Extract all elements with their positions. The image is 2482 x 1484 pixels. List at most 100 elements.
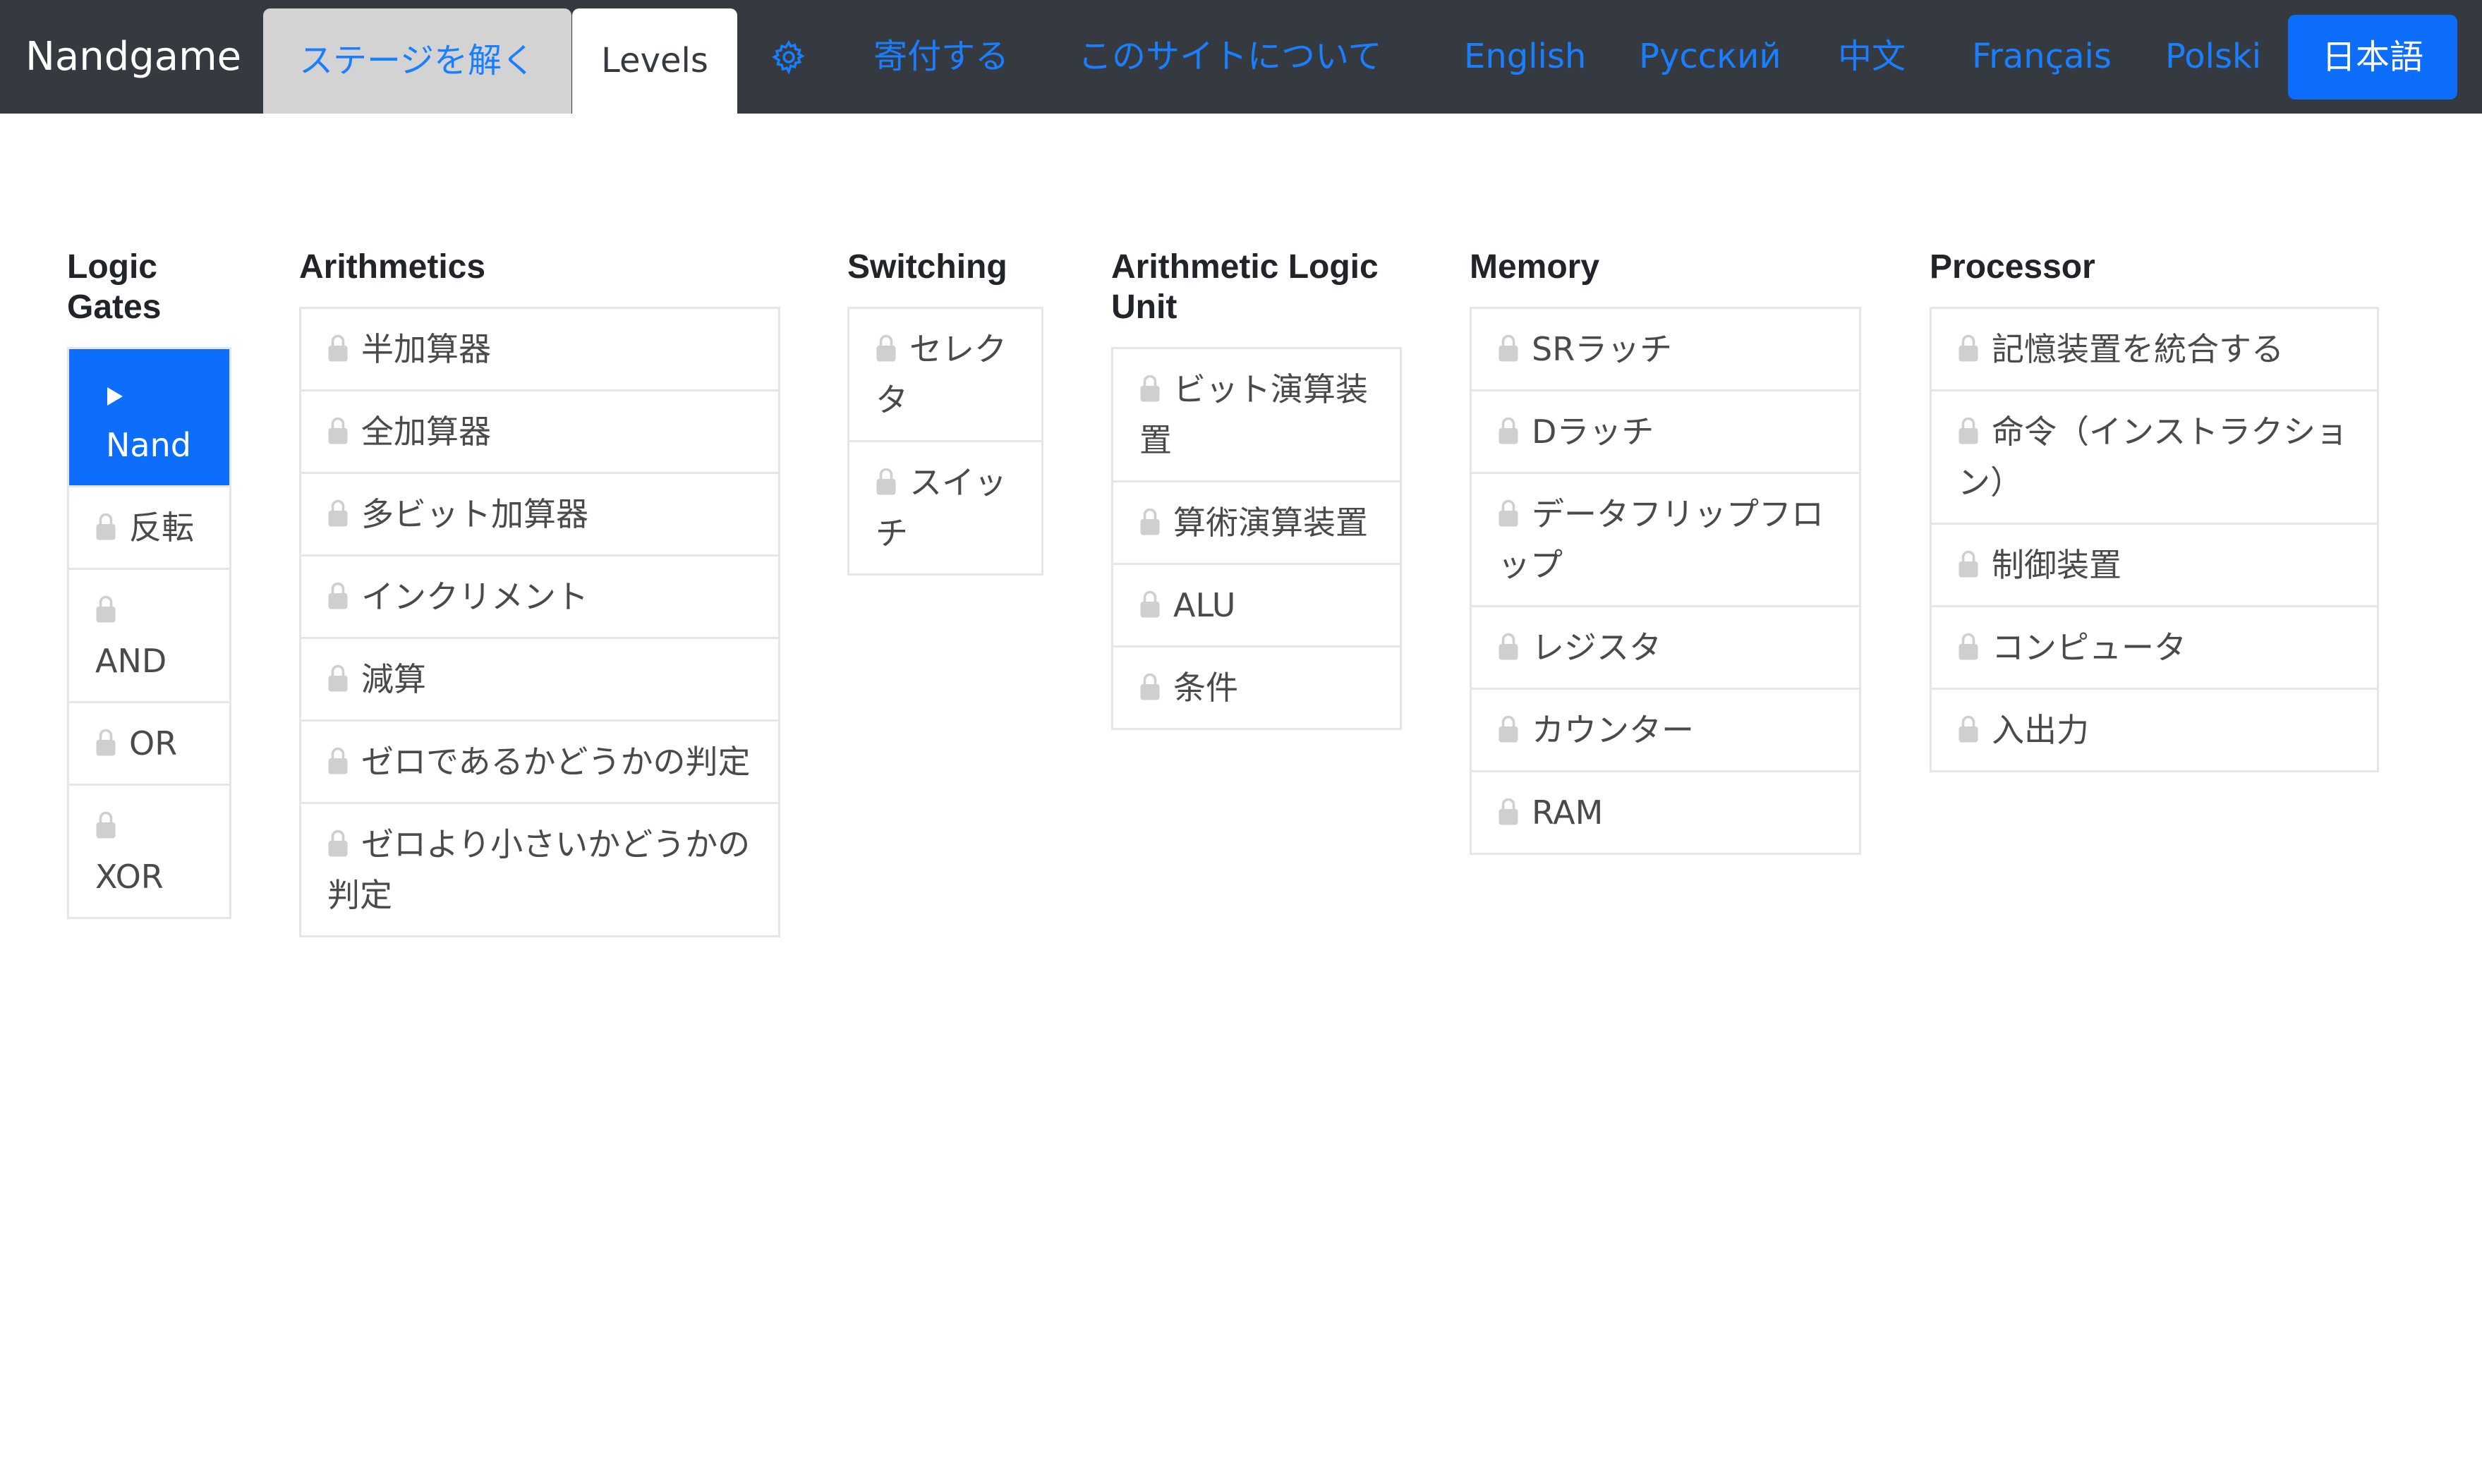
level-label: 多ビット加算器 (361, 495, 588, 533)
column-logic-gates: Logic Gates Nand 反転 AND OR XOR (67, 247, 231, 919)
level-label: 記憶装置を統合する (1992, 330, 2284, 368)
level-item[interactable]: ALU (1113, 563, 1400, 645)
lang-polish[interactable]: Polski (2165, 0, 2261, 114)
level-list: Nand 反転 AND OR XOR (67, 347, 231, 919)
level-item[interactable]: 命令（インストラクション） (1932, 389, 2377, 523)
level-item[interactable]: 記憶装置を統合する (1932, 309, 2377, 389)
lock-icon (328, 499, 348, 527)
level-item[interactable]: ビット演算装置 (1113, 349, 1400, 480)
lock-icon (96, 513, 116, 540)
column-processor: Processor 記憶装置を統合する 命令（インストラクション） 制御装置 コ… (1930, 247, 2379, 772)
lock-icon (876, 334, 896, 362)
level-list: ビット演算装置 算術演算装置 ALU 条件 (1111, 347, 1402, 730)
donate-link[interactable]: 寄付する (873, 0, 1009, 114)
brand-logo[interactable]: Nandgame (25, 0, 241, 114)
level-label: 条件 (1173, 669, 1238, 707)
level-label: 入出力 (1992, 711, 2089, 749)
top-navbar: Nandgame ステージを解く Levels 寄付する このサイトについて E… (0, 0, 2482, 114)
level-label: 命令（インストラクション） (1958, 413, 2349, 501)
level-item[interactable]: SRラッチ (1472, 309, 1859, 389)
level-list: セレクタ スイッチ (847, 307, 1043, 576)
level-list: 記憶装置を統合する 命令（インストラクション） 制御装置 コンピュータ 入出力 (1930, 307, 2379, 772)
lang-chinese[interactable]: 中文 (1838, 0, 1906, 114)
column-switching: Switching セレクタ スイッチ (847, 247, 1043, 576)
level-label: ゼロであるかどうかの判定 (361, 743, 751, 781)
level-item[interactable]: コンピュータ (1932, 605, 2377, 688)
column-arithmetics: Arithmetics 半加算器 全加算器 多ビット加算器 インクリメント 減算… (299, 247, 780, 937)
lock-icon (1499, 417, 1518, 444)
level-item-current[interactable]: Nand (69, 349, 229, 485)
lock-icon (1959, 550, 1978, 578)
lock-icon (328, 747, 348, 774)
level-label: OR (129, 724, 178, 762)
level-item[interactable]: 制御装置 (1932, 523, 2377, 605)
level-label: コンピュータ (1992, 628, 2186, 667)
column-memory: Memory SRラッチ Dラッチ データフリップフロップ レジスタ カウンター… (1470, 247, 1861, 855)
level-label: SRラッチ (1532, 330, 1673, 368)
level-label: ALU (1173, 586, 1236, 624)
level-label: 減算 (361, 660, 426, 698)
lock-icon (328, 829, 348, 857)
lock-icon (328, 582, 348, 609)
level-item[interactable]: 多ビット加算器 (301, 472, 778, 554)
lock-icon (1959, 633, 1978, 660)
column-alu: Arithmetic Logic Unit ビット演算装置 算術演算装置 ALU… (1111, 247, 1422, 730)
level-item[interactable]: XOR (69, 784, 229, 917)
column-title: Logic Gates (67, 248, 162, 326)
level-item[interactable]: 反転 (69, 485, 229, 568)
play-icon (107, 387, 123, 406)
level-label: データフリップフロップ (1498, 495, 1824, 584)
lang-french[interactable]: Français (1972, 0, 2112, 114)
lock-icon (96, 729, 116, 756)
level-item[interactable]: 半加算器 (301, 309, 778, 389)
level-item[interactable]: データフリップフロップ (1472, 472, 1859, 605)
level-item[interactable]: 条件 (1113, 645, 1400, 728)
level-item[interactable]: ゼロであるかどうかの判定 (301, 719, 778, 802)
level-item[interactable]: 入出力 (1932, 688, 2377, 770)
level-label: XOR (95, 858, 164, 896)
lock-icon (1959, 334, 1978, 362)
level-item[interactable]: 全加算器 (301, 389, 778, 472)
lock-icon (328, 417, 348, 444)
level-item[interactable]: カウンター (1472, 688, 1859, 770)
gear-icon[interactable] (770, 39, 807, 75)
level-item[interactable]: AND (69, 568, 229, 701)
lock-icon (1140, 508, 1160, 535)
column-title: Arithmetic Logic Unit (1111, 248, 1379, 326)
level-label: 制御装置 (1992, 546, 2121, 584)
level-label: RAM (1532, 793, 1604, 832)
lock-icon (1499, 798, 1518, 825)
lock-icon (1959, 417, 1978, 444)
level-item[interactable]: RAM (1472, 770, 1859, 853)
column-title: Memory (1470, 248, 1600, 286)
level-item[interactable]: ゼロより小さいかどうかの判定 (301, 802, 778, 935)
column-title: Switching (847, 248, 1007, 286)
lock-icon (1499, 715, 1518, 743)
level-item[interactable]: スイッチ (849, 440, 1041, 573)
lang-russian[interactable]: Русский (1639, 0, 1781, 114)
level-item[interactable]: 減算 (301, 637, 778, 719)
level-item[interactable]: Dラッチ (1472, 389, 1859, 472)
level-label: カウンター (1532, 711, 1694, 749)
level-item[interactable]: セレクタ (849, 309, 1041, 440)
level-label: ビット演算装置 (1139, 370, 1368, 459)
column-title: Arithmetics (299, 248, 486, 286)
level-label: 算術演算装置 (1173, 504, 1368, 542)
tab-solve-stage[interactable]: ステージを解く (263, 8, 571, 114)
tab-levels[interactable]: Levels (572, 8, 737, 114)
level-item[interactable]: レジスタ (1472, 605, 1859, 688)
level-label: 全加算器 (361, 413, 491, 451)
level-label: Nand (106, 426, 191, 464)
level-item[interactable]: OR (69, 701, 229, 784)
level-item[interactable]: インクリメント (301, 554, 778, 637)
level-list: 半加算器 全加算器 多ビット加算器 インクリメント 減算 ゼロであるかどうかの判… (299, 307, 780, 937)
lock-icon (1959, 715, 1978, 743)
lock-icon (328, 334, 348, 362)
about-link[interactable]: このサイトについて (1078, 0, 1382, 114)
level-item[interactable]: 算術演算装置 (1113, 480, 1400, 563)
lock-icon (96, 811, 116, 839)
lang-japanese-active[interactable]: 日本語 (2288, 15, 2457, 99)
lock-icon (1140, 375, 1160, 402)
level-label: ゼロより小さいかどうかの判定 (327, 825, 751, 914)
lang-english[interactable]: English (1464, 0, 1586, 114)
